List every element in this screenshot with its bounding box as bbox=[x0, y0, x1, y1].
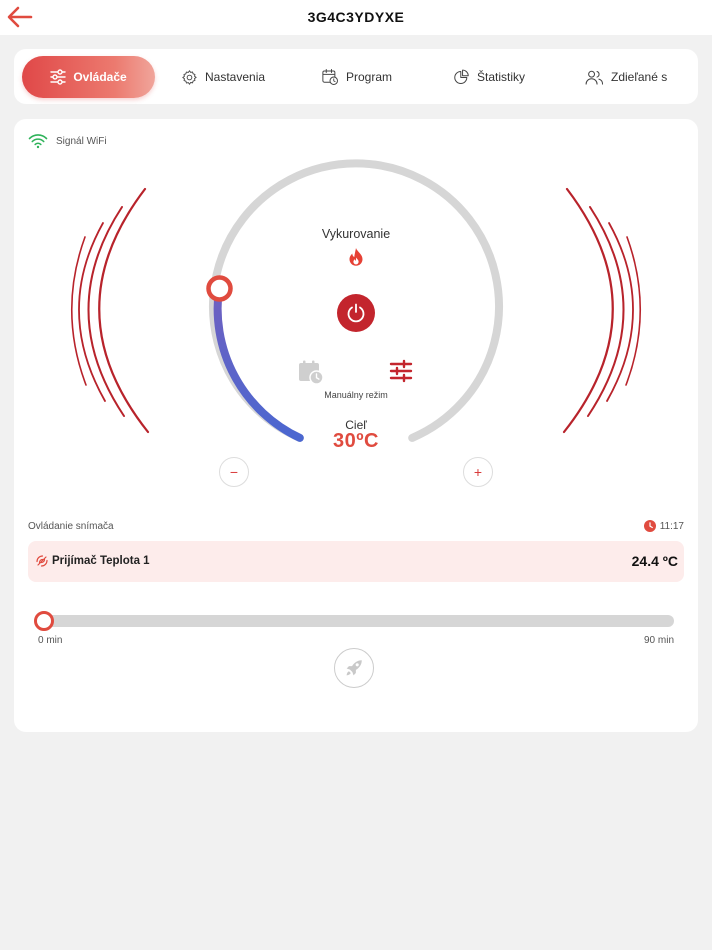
clock-icon bbox=[643, 520, 656, 532]
plus-icon: + bbox=[473, 464, 483, 480]
tab-shared[interactable]: Zdieľané s bbox=[585, 56, 667, 98]
power-icon bbox=[347, 303, 365, 323]
tab-label: Nastavenia bbox=[205, 70, 266, 84]
schedule-mode-button[interactable] bbox=[298, 359, 324, 390]
calendar-clock-icon bbox=[322, 69, 338, 85]
boost-min-label: 0 min bbox=[38, 635, 63, 646]
gear-icon bbox=[182, 69, 197, 85]
rocket-icon bbox=[346, 660, 362, 676]
tab-bar: Ovládače Nastavenia Program Štatistiky Z… bbox=[14, 49, 698, 104]
manual-mode-label: Manuálny režim bbox=[324, 390, 388, 400]
power-button[interactable] bbox=[337, 294, 375, 332]
tab-statistics[interactable]: Štatistiky bbox=[453, 56, 525, 98]
sensor-row[interactable]: Prijímač Teplota 1 24.4 ºC bbox=[28, 541, 684, 582]
tab-label: Štatistiky bbox=[477, 70, 526, 84]
sliders-icon bbox=[389, 359, 413, 383]
minus-icon: − bbox=[229, 464, 239, 480]
dial-handle[interactable] bbox=[206, 275, 233, 302]
top-bar: 3G4C3YDYXE bbox=[0, 0, 712, 35]
tab-settings[interactable]: Nastavenia bbox=[181, 56, 265, 98]
sensor-signal-icon bbox=[36, 555, 48, 567]
sliders-icon bbox=[50, 69, 67, 85]
flame-icon bbox=[349, 248, 363, 266]
target-temperature: 30ºC bbox=[333, 430, 379, 452]
boost-slider-thumb[interactable] bbox=[34, 611, 54, 631]
controls-card: Signál WiFi Vykurovanie Manuálny režim C… bbox=[14, 119, 698, 732]
tab-controls[interactable]: Ovládače bbox=[22, 56, 155, 98]
sensor-time: 11:17 bbox=[643, 520, 684, 532]
tab-label: Zdieľané s bbox=[611, 70, 668, 84]
calendar-clock-icon bbox=[299, 360, 324, 385]
sensor-temperature: 24.4 ºC bbox=[631, 553, 678, 569]
heat-waves-right-icon bbox=[562, 187, 642, 434]
sensor-section-title: Ovládanie snímača bbox=[28, 521, 114, 532]
sensor-time-value: 11:17 bbox=[659, 520, 684, 532]
heat-waves-left-icon bbox=[70, 187, 150, 434]
tab-program[interactable]: Program bbox=[321, 56, 392, 98]
pie-chart-icon bbox=[454, 69, 469, 84]
boost-slider-track[interactable] bbox=[38, 615, 674, 627]
users-icon bbox=[585, 70, 604, 85]
tab-label: Program bbox=[346, 70, 393, 84]
boost-button[interactable] bbox=[334, 648, 374, 688]
tab-label: Ovládače bbox=[73, 70, 127, 84]
sensor-name: Prijímač Teplota 1 bbox=[52, 555, 150, 567]
mode-label: Vykurovanie bbox=[321, 227, 391, 241]
page-title: 3G4C3YDYXE bbox=[307, 9, 405, 25]
increase-button[interactable]: + bbox=[463, 457, 493, 487]
manual-mode-button[interactable] bbox=[389, 359, 413, 388]
decrease-button[interactable]: − bbox=[219, 457, 249, 487]
boost-max-label: 90 min bbox=[643, 635, 674, 646]
